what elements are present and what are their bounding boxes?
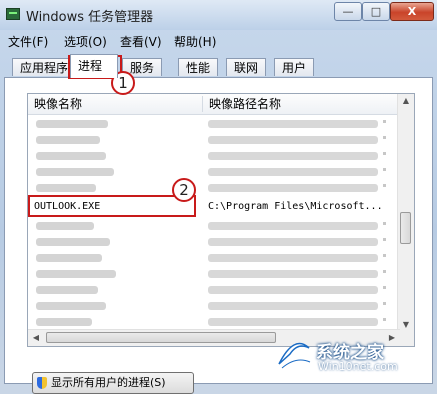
blurred-cell — [208, 136, 378, 144]
blurred-cell — [208, 120, 378, 128]
blurred-cell — [383, 120, 386, 123]
tab-users[interactable]: 用户 — [274, 58, 315, 76]
show-all-users-label: 显示所有用户的进程(S) — [51, 376, 166, 389]
table-row[interactable] — [28, 314, 400, 330]
blurred-cell — [36, 318, 92, 326]
tab-applications[interactable]: 应用程序 — [12, 58, 77, 76]
table-row[interactable] — [28, 266, 400, 282]
blurred-cell — [36, 168, 114, 176]
blurred-cell — [208, 222, 378, 230]
blurred-cell — [383, 184, 386, 187]
blurred-cell — [36, 222, 94, 230]
blurred-cell — [383, 136, 386, 139]
table-row[interactable] — [28, 132, 400, 148]
column-image-name[interactable]: 映像名称 — [28, 94, 202, 114]
list-header: 映像名称 映像路径名称 — [28, 94, 400, 115]
minimize-button[interactable]: — — [334, 2, 362, 21]
menu-options[interactable]: 选项(O) — [64, 33, 107, 50]
watermark-url: Win10net.com — [318, 360, 398, 373]
callout-number-2: 2 — [172, 178, 196, 202]
tab-performance[interactable]: 性能 — [178, 58, 219, 76]
tab-networking[interactable]: 联网 — [226, 58, 267, 76]
show-all-users-processes-button[interactable]: 显示所有用户的进程(S) — [32, 372, 194, 394]
vertical-scrollbar[interactable]: ▲ ▼ — [397, 94, 414, 332]
uac-shield-icon — [37, 377, 47, 389]
task-manager-icon — [6, 8, 20, 20]
scroll-down-icon[interactable]: ▼ — [401, 320, 411, 330]
blurred-cell — [383, 270, 386, 273]
menu-file[interactable]: 文件(F) — [8, 33, 48, 50]
table-row[interactable] — [28, 164, 400, 180]
blurred-cell — [36, 152, 106, 160]
table-row[interactable] — [28, 282, 400, 298]
blurred-cell — [208, 184, 378, 192]
table-row[interactable] — [28, 180, 400, 196]
callout-box-2 — [28, 195, 196, 217]
site-watermark: 系统之家 Win10net.com — [276, 336, 434, 380]
tab-processes[interactable]: 进程 — [70, 54, 118, 78]
menu-bar: 文件(F) 选项(O) 查看(V) 帮助(H) — [0, 30, 437, 50]
blurred-cell — [383, 168, 386, 171]
task-manager-window: Windows 任务管理器 — □ X 文件(F) 选项(O) 查看(V) 帮助… — [0, 0, 437, 394]
horizontal-scroll-thumb[interactable] — [46, 332, 276, 343]
blurred-cell — [208, 286, 378, 294]
column-image-path[interactable]: 映像路径名称 — [203, 94, 399, 114]
table-row[interactable] — [28, 116, 400, 132]
blurred-cell — [383, 254, 386, 257]
blurred-cell — [36, 270, 116, 278]
blurred-cell — [208, 302, 378, 310]
maximize-button[interactable]: □ — [362, 2, 390, 21]
title-bar[interactable]: Windows 任务管理器 — □ X — [0, 0, 437, 30]
blurred-cell — [208, 270, 378, 278]
process-path-cell: C:\Program Files\Microsoft... — [208, 201, 383, 212]
blurred-cell — [383, 318, 386, 321]
blurred-cell — [36, 120, 108, 128]
vertical-scroll-thumb[interactable] — [400, 212, 411, 244]
window-title: Windows 任务管理器 — [26, 10, 154, 25]
table-row[interactable] — [28, 218, 400, 234]
blurred-cell — [383, 152, 386, 155]
blurred-cell — [208, 318, 378, 326]
blurred-cell — [208, 152, 378, 160]
watermark-logo-icon — [278, 342, 311, 370]
table-row[interactable] — [28, 298, 400, 314]
blurred-cell — [36, 302, 106, 310]
blurred-cell — [383, 238, 386, 241]
blurred-cell — [36, 184, 96, 192]
blurred-cell — [36, 136, 100, 144]
close-button[interactable]: X — [390, 2, 434, 21]
process-list[interactable]: 映像名称 映像路径名称 OUTLOOK.EXE C:\Program Files… — [27, 93, 415, 347]
tab-strip: 应用程序 进程 服务 性能 联网 用户 — [0, 54, 437, 78]
blurred-cell — [208, 254, 378, 262]
blurred-cell — [36, 238, 110, 246]
blurred-cell — [383, 222, 386, 225]
scroll-left-icon[interactable]: ◀ — [31, 333, 41, 343]
table-row[interactable] — [28, 250, 400, 266]
table-row[interactable] — [28, 234, 400, 250]
blurred-cell — [383, 302, 386, 305]
scroll-up-icon[interactable]: ▲ — [401, 96, 411, 106]
menu-view[interactable]: 查看(V) — [120, 33, 162, 50]
blurred-cell — [36, 286, 98, 294]
blurred-cell — [208, 238, 378, 246]
menu-help[interactable]: 帮助(H) — [174, 33, 216, 50]
blurred-cell — [36, 254, 102, 262]
blurred-cell — [383, 286, 386, 289]
blurred-cell — [208, 168, 378, 176]
table-row[interactable] — [28, 148, 400, 164]
